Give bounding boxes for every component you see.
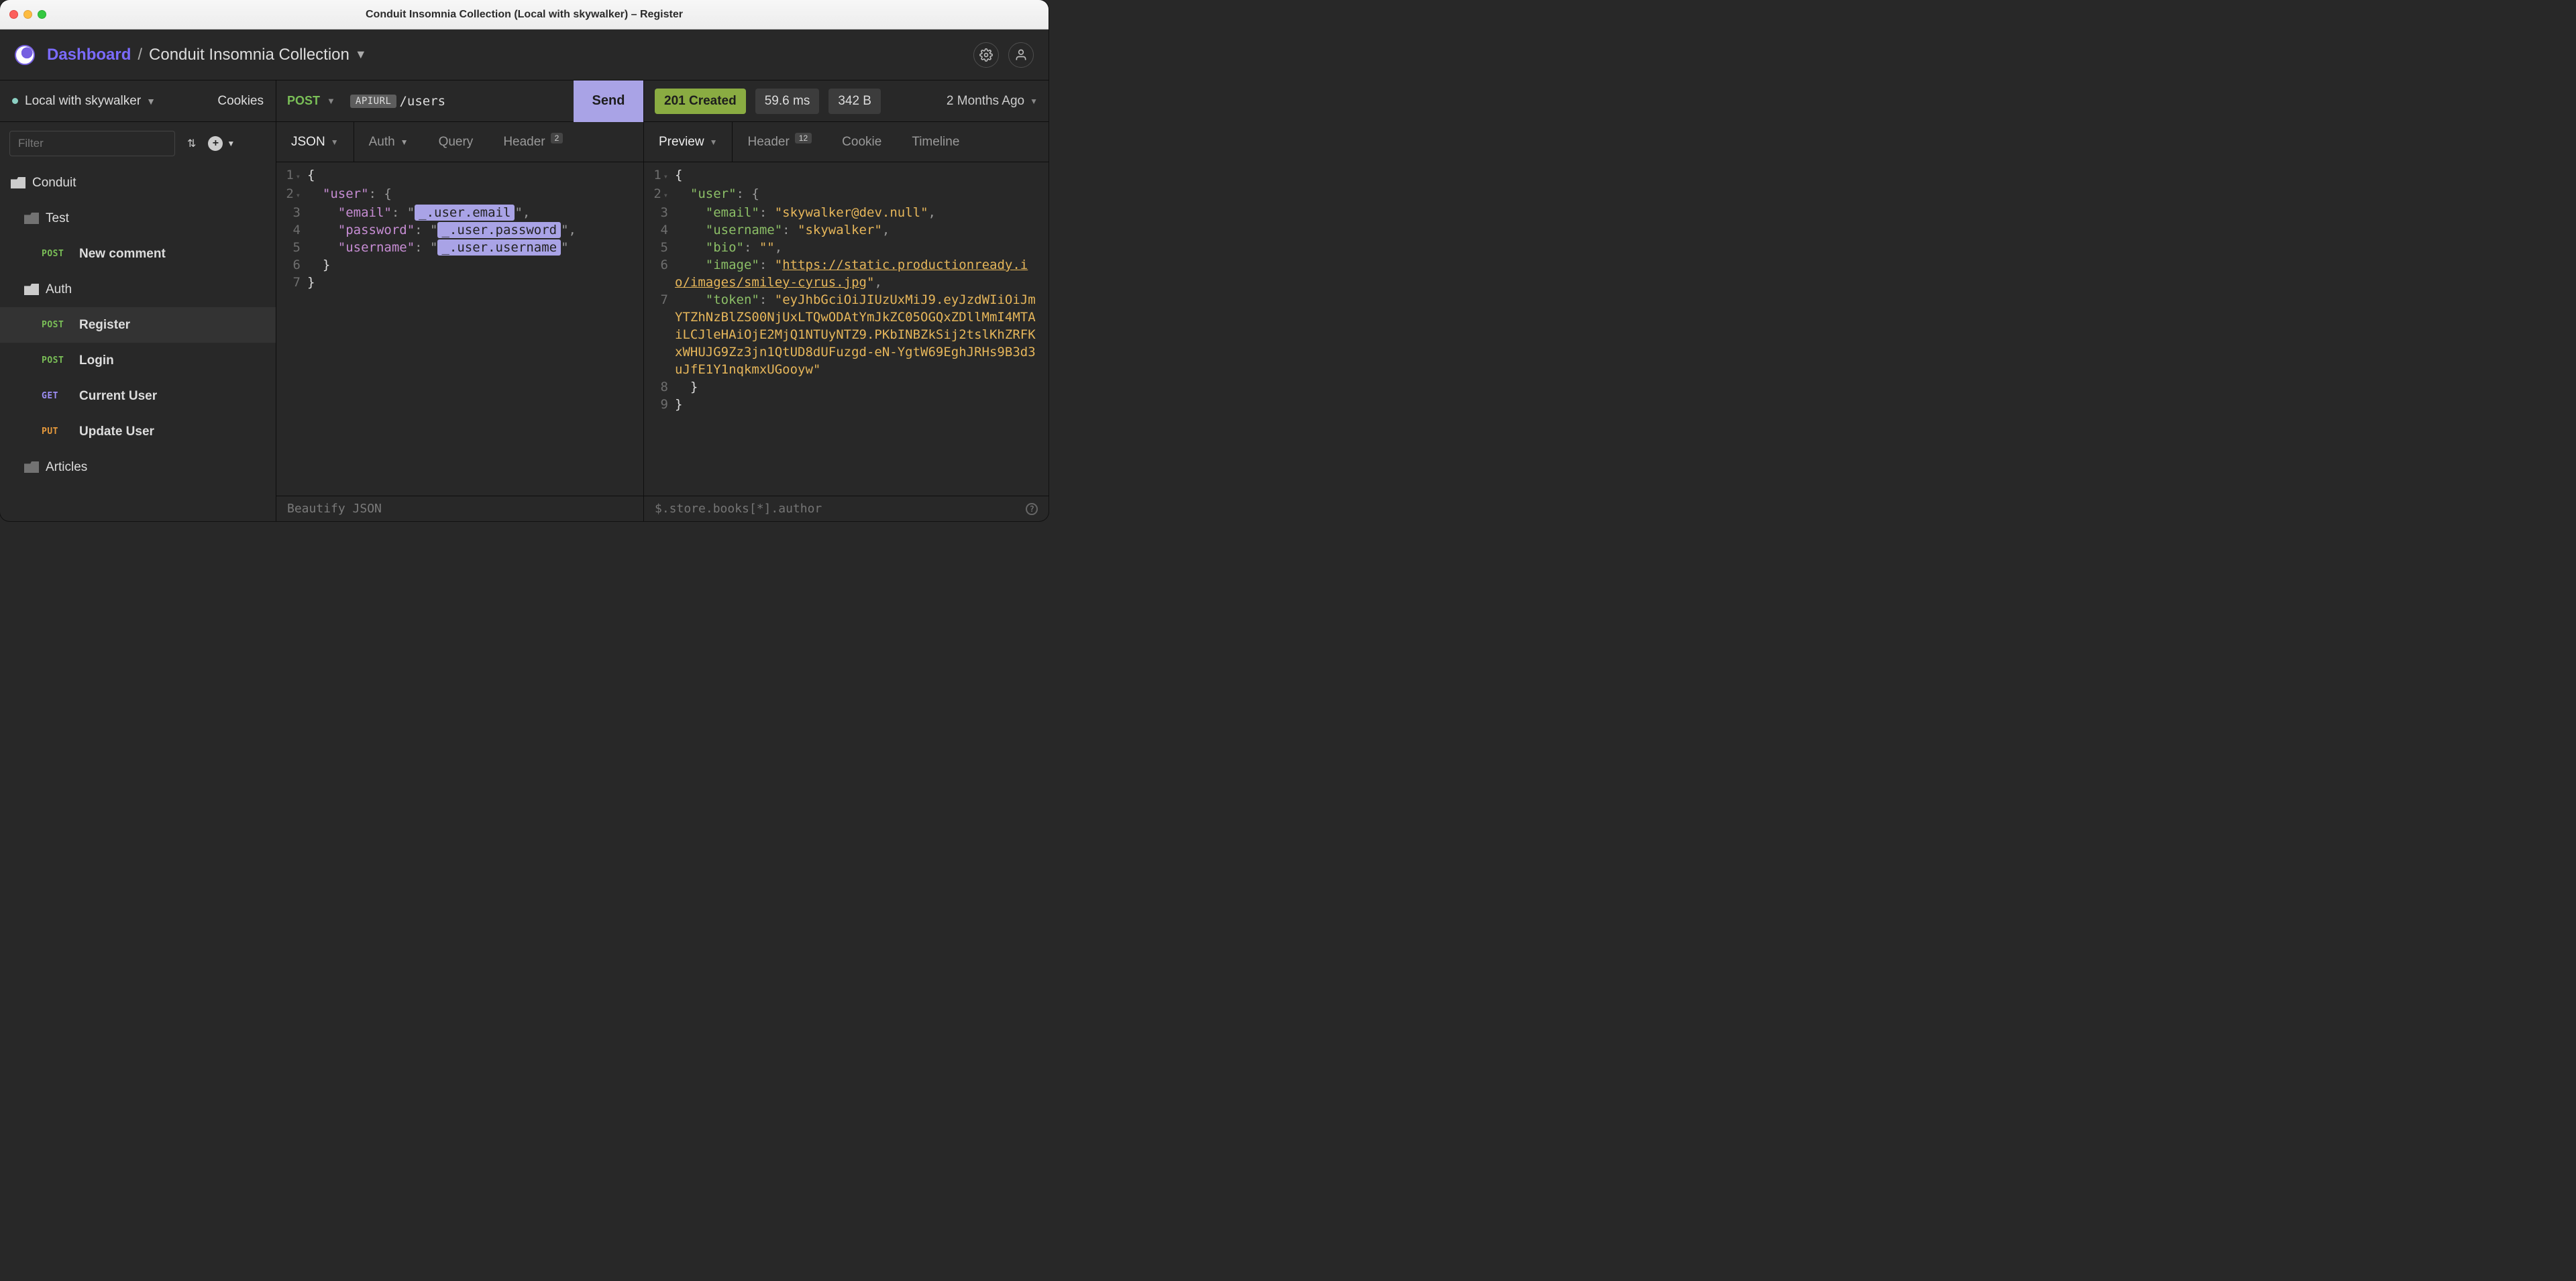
folder-label: Conduit	[32, 176, 76, 190]
request-pane: POST ▼ APIURL/users Send JSON ▼ Auth ▼	[276, 80, 644, 521]
sort-toggle[interactable]: ⇅	[187, 137, 196, 150]
url-path: /users	[399, 94, 445, 109]
plus-circle-icon: +	[208, 136, 223, 151]
request-tree: Conduit Test POST New comment Auth POST …	[0, 165, 276, 521]
gear-icon	[979, 48, 993, 62]
tab-auth[interactable]: Auth ▼	[354, 122, 424, 162]
method-badge: POST	[42, 355, 74, 366]
chevron-down-icon[interactable]: ▼	[146, 96, 156, 107]
folder-open-icon	[24, 213, 39, 224]
environment-indicator-icon	[12, 98, 18, 104]
tab-response-header[interactable]: Header 12	[733, 122, 827, 162]
chevron-down-icon: ▼	[331, 137, 339, 147]
tab-label: Auth	[369, 135, 395, 150]
new-item-button[interactable]: + ▼	[208, 136, 235, 151]
tab-label: Timeline	[912, 135, 959, 150]
response-pane: 201 Created 59.6 ms 342 B 2 Months Ago ▼…	[644, 80, 1049, 521]
request-new-comment[interactable]: POST New comment	[0, 236, 276, 272]
folder-test[interactable]: Test	[0, 201, 276, 236]
request-register[interactable]: POST Register	[0, 307, 276, 343]
tab-timeline[interactable]: Timeline	[897, 122, 975, 162]
template-var-chip[interactable]: _.user.username	[437, 239, 561, 256]
method-badge: GET	[42, 391, 74, 401]
chevron-down-icon: ▼	[710, 137, 718, 147]
folder-auth[interactable]: Auth	[0, 272, 276, 307]
tab-preview[interactable]: Preview ▼	[644, 122, 733, 162]
request-body-editor[interactable]: 1▾{ 2▾ "user": { 3 "email": "_.user.emai…	[276, 162, 643, 496]
template-var-chip[interactable]: _.user.password	[437, 222, 561, 238]
chevron-down-icon: ▼	[327, 96, 335, 106]
response-time-pill: 59.6 ms	[755, 89, 820, 114]
folder-conduit[interactable]: Conduit	[0, 165, 276, 201]
request-label: Update User	[79, 425, 154, 439]
tab-label: Query	[439, 135, 474, 150]
tab-header[interactable]: Header 2	[488, 122, 578, 162]
tab-label: JSON	[291, 135, 325, 150]
window-title: Conduit Insomnia Collection (Local with …	[0, 9, 1049, 21]
beautify-json-button[interactable]: Beautify JSON	[276, 496, 643, 521]
chevron-down-icon: ▼	[400, 137, 409, 147]
environment-selector[interactable]: Local with skywalker	[25, 94, 141, 109]
response-body-viewer[interactable]: 1▾{ 2▾ "user": { 3 "email": "skywalker@d…	[644, 162, 1049, 496]
account-button[interactable]	[1008, 42, 1034, 68]
request-label: Register	[79, 318, 130, 333]
request-label: New comment	[79, 247, 166, 262]
request-login[interactable]: POST Login	[0, 343, 276, 378]
folder-articles[interactable]: Articles	[0, 449, 276, 485]
folder-label: Test	[46, 211, 69, 226]
folder-open-icon	[24, 284, 39, 295]
template-var-chip[interactable]: _.user.email	[415, 205, 515, 221]
settings-button[interactable]	[973, 42, 999, 68]
request-update-user[interactable]: PUT Update User	[0, 414, 276, 449]
status-code-pill: 201 Created	[655, 89, 746, 114]
method-dropdown[interactable]: POST ▼	[287, 94, 335, 108]
folder-open-icon	[11, 177, 25, 188]
chevron-down-icon: ▼	[1030, 97, 1038, 106]
response-age-dropdown[interactable]: 2 Months Ago ▼	[947, 94, 1038, 109]
folder-label: Articles	[46, 460, 87, 475]
method-badge: POST	[42, 249, 74, 259]
header-count-badge: 2	[551, 133, 564, 144]
sidebar: Local with skywalker ▼ Cookies ⇅ + ▼ Con…	[0, 80, 276, 521]
insomnia-logo-icon	[15, 45, 35, 65]
response-age-label: 2 Months Ago	[947, 94, 1024, 109]
chevron-down-icon: ▼	[227, 139, 235, 148]
method-value: POST	[287, 94, 320, 108]
request-tabs: JSON ▼ Auth ▼ Query Header 2	[276, 122, 643, 162]
chevron-down-icon[interactable]: ▼	[355, 48, 367, 62]
tab-label: Header	[503, 135, 545, 150]
tab-label: Header	[747, 135, 789, 150]
send-button[interactable]: Send	[574, 80, 643, 122]
help-icon[interactable]: ?	[1026, 503, 1038, 515]
request-current-user[interactable]: GET Current User	[0, 378, 276, 414]
url-input[interactable]: APIURL/users	[350, 94, 445, 109]
request-label: Login	[79, 353, 114, 368]
tab-body[interactable]: JSON ▼	[276, 122, 354, 162]
cookies-link[interactable]: Cookies	[217, 94, 264, 109]
user-icon	[1014, 48, 1028, 62]
env-var-chip: APIURL	[350, 95, 397, 108]
method-badge: PUT	[42, 427, 74, 437]
response-filter-input[interactable]	[655, 502, 1026, 516]
tab-label: Cookie	[842, 135, 881, 150]
mac-titlebar: Conduit Insomnia Collection (Local with …	[0, 0, 1049, 30]
response-tabs: Preview ▼ Header 12 Cookie Timeline	[644, 122, 1049, 162]
breadcrumb-dashboard-link[interactable]: Dashboard	[47, 46, 131, 64]
request-label: Current User	[79, 389, 157, 404]
sort-icon: ⇅	[187, 137, 196, 150]
response-size-pill: 342 B	[828, 89, 881, 114]
header-count-badge: 12	[795, 133, 812, 144]
breadcrumb-separator: /	[138, 46, 142, 64]
app-header: Dashboard / Conduit Insomnia Collection …	[0, 30, 1049, 80]
tab-label: Preview	[659, 135, 704, 150]
tab-query[interactable]: Query	[424, 122, 489, 162]
method-badge: POST	[42, 320, 74, 330]
tab-cookie[interactable]: Cookie	[827, 122, 897, 162]
sidebar-filter-input[interactable]	[9, 131, 175, 156]
folder-open-icon	[24, 461, 39, 473]
breadcrumb-collection[interactable]: Conduit Insomnia Collection	[149, 46, 350, 64]
folder-label: Auth	[46, 282, 72, 297]
